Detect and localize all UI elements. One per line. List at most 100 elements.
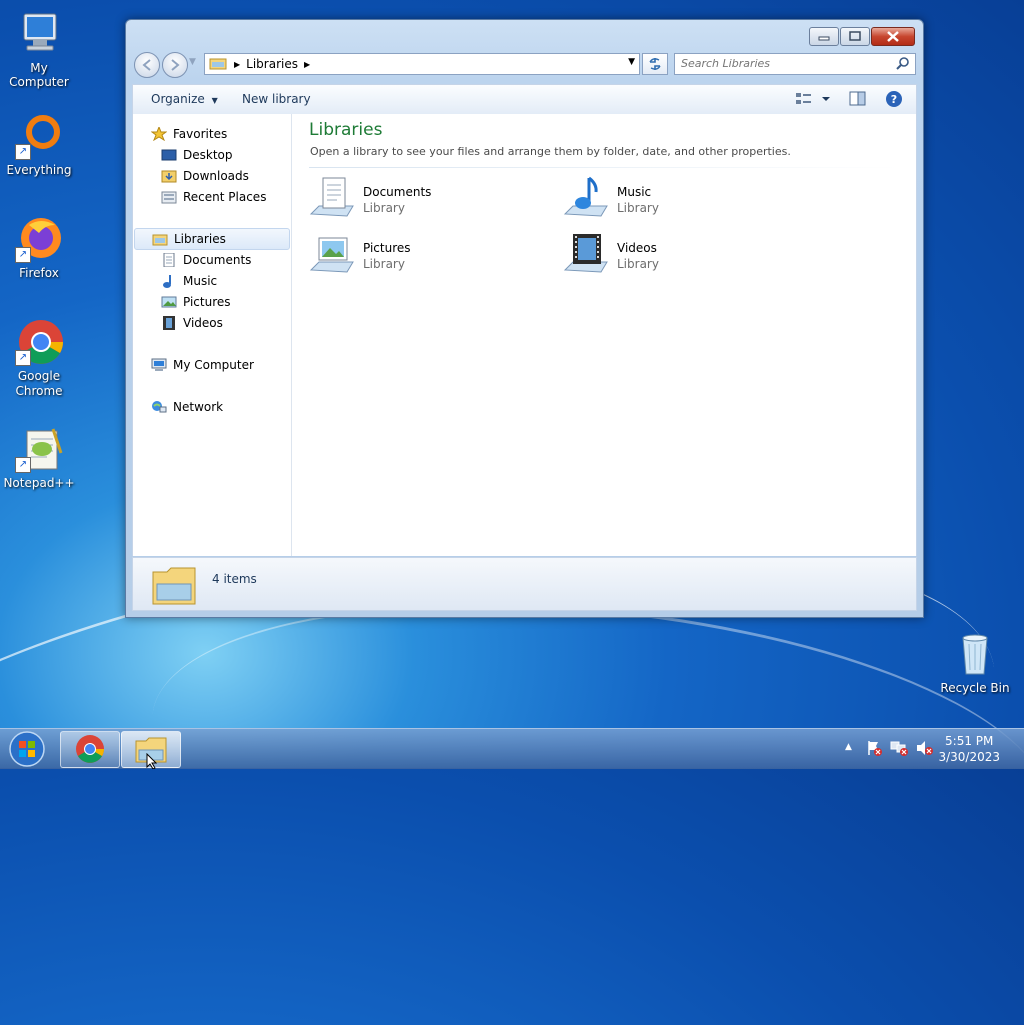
libraries-icon	[152, 232, 168, 246]
nav-label: Music	[183, 274, 218, 288]
refresh-button[interactable]	[642, 53, 668, 75]
library-name: Pictures	[363, 241, 411, 255]
libraries-view: Libraries Open a library to see your fil…	[291, 114, 916, 556]
nav-label: Desktop	[183, 148, 233, 162]
library-music[interactable]: Music Library	[563, 176, 783, 224]
search-input[interactable]	[675, 54, 886, 72]
desktop-icon-recycle-bin[interactable]: Recycle Bin	[936, 630, 1014, 695]
clock-date: 3/30/2023	[938, 750, 1000, 764]
explorer-window: ▼ ▶ Libraries ▶ ▼ Organize ▼ New library	[125, 19, 924, 618]
nav-my-computer[interactable]: My Computer	[151, 355, 307, 375]
recycle-bin-icon	[951, 630, 999, 678]
pictures-library-icon	[309, 232, 355, 278]
search-icon[interactable]	[896, 56, 910, 73]
taskbar-chrome[interactable]	[60, 731, 120, 768]
library-type: Library	[617, 201, 659, 215]
details-pane: 4 items	[132, 557, 917, 611]
film-strip-icon	[161, 316, 177, 330]
nav-label: Libraries	[174, 232, 226, 246]
documents-library-icon	[309, 176, 355, 222]
organize-label: Organize	[151, 92, 205, 106]
command-bar: Organize ▼ New library ?	[132, 84, 917, 115]
downloads-folder-icon	[161, 169, 177, 183]
desktop-icon-notepadpp[interactable]: ↗ Notepad++	[0, 425, 78, 490]
item-count: 4 items	[212, 572, 257, 586]
library-pictures[interactable]: Pictures Library	[309, 232, 529, 280]
library-type: Library	[363, 257, 405, 271]
address-bar[interactable]: ▶ Libraries ▶ ▼	[204, 53, 640, 75]
nav-label: My Computer	[173, 358, 254, 372]
new-library-button[interactable]: New library	[242, 92, 311, 106]
chevron-down-icon: ▼	[211, 96, 218, 105]
videos-library-icon	[563, 232, 609, 278]
recent-places-icon	[161, 190, 177, 204]
breadcrumb-arrow-icon[interactable]: ▶	[234, 60, 240, 69]
desktop-icon-everything[interactable]: ↗ Everything	[0, 112, 78, 177]
content-area: Favorites Desktop Downloads Recent Place…	[132, 114, 917, 556]
maximize-button[interactable]	[840, 27, 870, 46]
action-center-icon[interactable]	[866, 740, 882, 759]
music-library-icon	[563, 176, 609, 222]
shortcut-arrow-icon: ↗	[15, 247, 31, 263]
desktop-icon	[161, 148, 177, 162]
nav-label: Pictures	[183, 295, 231, 309]
notepadpp-icon: ↗	[15, 425, 63, 473]
library-name: Music	[617, 185, 652, 199]
view-options-button[interactable]	[795, 91, 833, 110]
close-button[interactable]	[871, 27, 915, 46]
desktop-icon-label: Recycle Bin	[940, 681, 1010, 695]
svg-text:?: ?	[891, 93, 897, 106]
computer-icon	[15, 10, 63, 58]
breadcrumb-libraries[interactable]: Libraries	[246, 57, 298, 71]
desktop-icon-my-computer[interactable]: My Computer	[0, 10, 78, 89]
libraries-folder-icon	[209, 56, 227, 73]
shortcut-arrow-icon: ↗	[15, 457, 31, 473]
show-hidden-icons-icon[interactable]: ▲	[845, 742, 852, 752]
clock[interactable]: 5:51 PM 3/30/2023	[938, 733, 1000, 765]
everything-icon: ↗	[15, 112, 63, 160]
breadcrumb-arrow-icon[interactable]: ▶	[304, 60, 310, 69]
page-title: Libraries	[309, 120, 383, 140]
nav-favorites[interactable]: Favorites	[150, 124, 307, 144]
nav-label: Favorites	[173, 127, 228, 141]
caption-buttons	[808, 27, 915, 46]
library-name: Videos	[617, 241, 657, 255]
search-box	[674, 53, 916, 75]
library-type: Library	[617, 257, 659, 271]
shortcut-arrow-icon: ↗	[15, 144, 31, 160]
divider	[309, 167, 899, 168]
nav-network[interactable]: Network	[151, 397, 307, 417]
music-note-icon	[161, 274, 177, 288]
navigation-pane: Favorites Desktop Downloads Recent Place…	[133, 114, 292, 556]
mouse-cursor-icon	[146, 752, 158, 772]
nav-label: Documents	[183, 253, 252, 267]
desktop-icon-label: Firefox	[19, 266, 59, 280]
volume-muted-icon[interactable]	[915, 740, 933, 759]
library-type: Library	[363, 201, 405, 215]
library-documents[interactable]: Documents Library	[309, 176, 529, 224]
network-tray-icon[interactable]	[890, 740, 908, 759]
address-dropdown-icon[interactable]: ▼	[628, 57, 635, 67]
minimize-button[interactable]	[809, 27, 839, 46]
nav-libraries[interactable]: Libraries	[134, 228, 290, 250]
desktop-icon-label: Notepad++	[3, 476, 75, 490]
nav-label: Videos	[183, 316, 223, 330]
preview-pane-button[interactable]	[849, 91, 867, 110]
desktop-icon-label: Google Chrome	[15, 369, 63, 398]
help-icon[interactable]: ?	[885, 90, 903, 111]
navigation-bar: ▼ ▶ Libraries ▶ ▼	[134, 51, 916, 78]
page-subtitle: Open a library to see your files and arr…	[310, 145, 791, 158]
back-button[interactable]	[134, 52, 160, 78]
clock-time: 5:51 PM	[945, 734, 994, 748]
shortcut-arrow-icon: ↗	[15, 350, 31, 366]
organize-button[interactable]: Organize ▼	[151, 92, 218, 106]
desktop-icon-label: Everything	[6, 163, 72, 177]
recent-pages-chevron-icon[interactable]: ▼	[189, 57, 196, 67]
library-videos[interactable]: Videos Library	[563, 232, 783, 280]
chrome-icon: ↗	[15, 318, 63, 366]
start-button[interactable]	[4, 730, 50, 768]
forward-button[interactable]	[162, 52, 188, 78]
desktop-icon-chrome[interactable]: ↗ Google Chrome	[0, 318, 78, 399]
desktop-icon-firefox[interactable]: ↗ Firefox	[0, 215, 78, 280]
nav-label: Downloads	[183, 169, 249, 183]
